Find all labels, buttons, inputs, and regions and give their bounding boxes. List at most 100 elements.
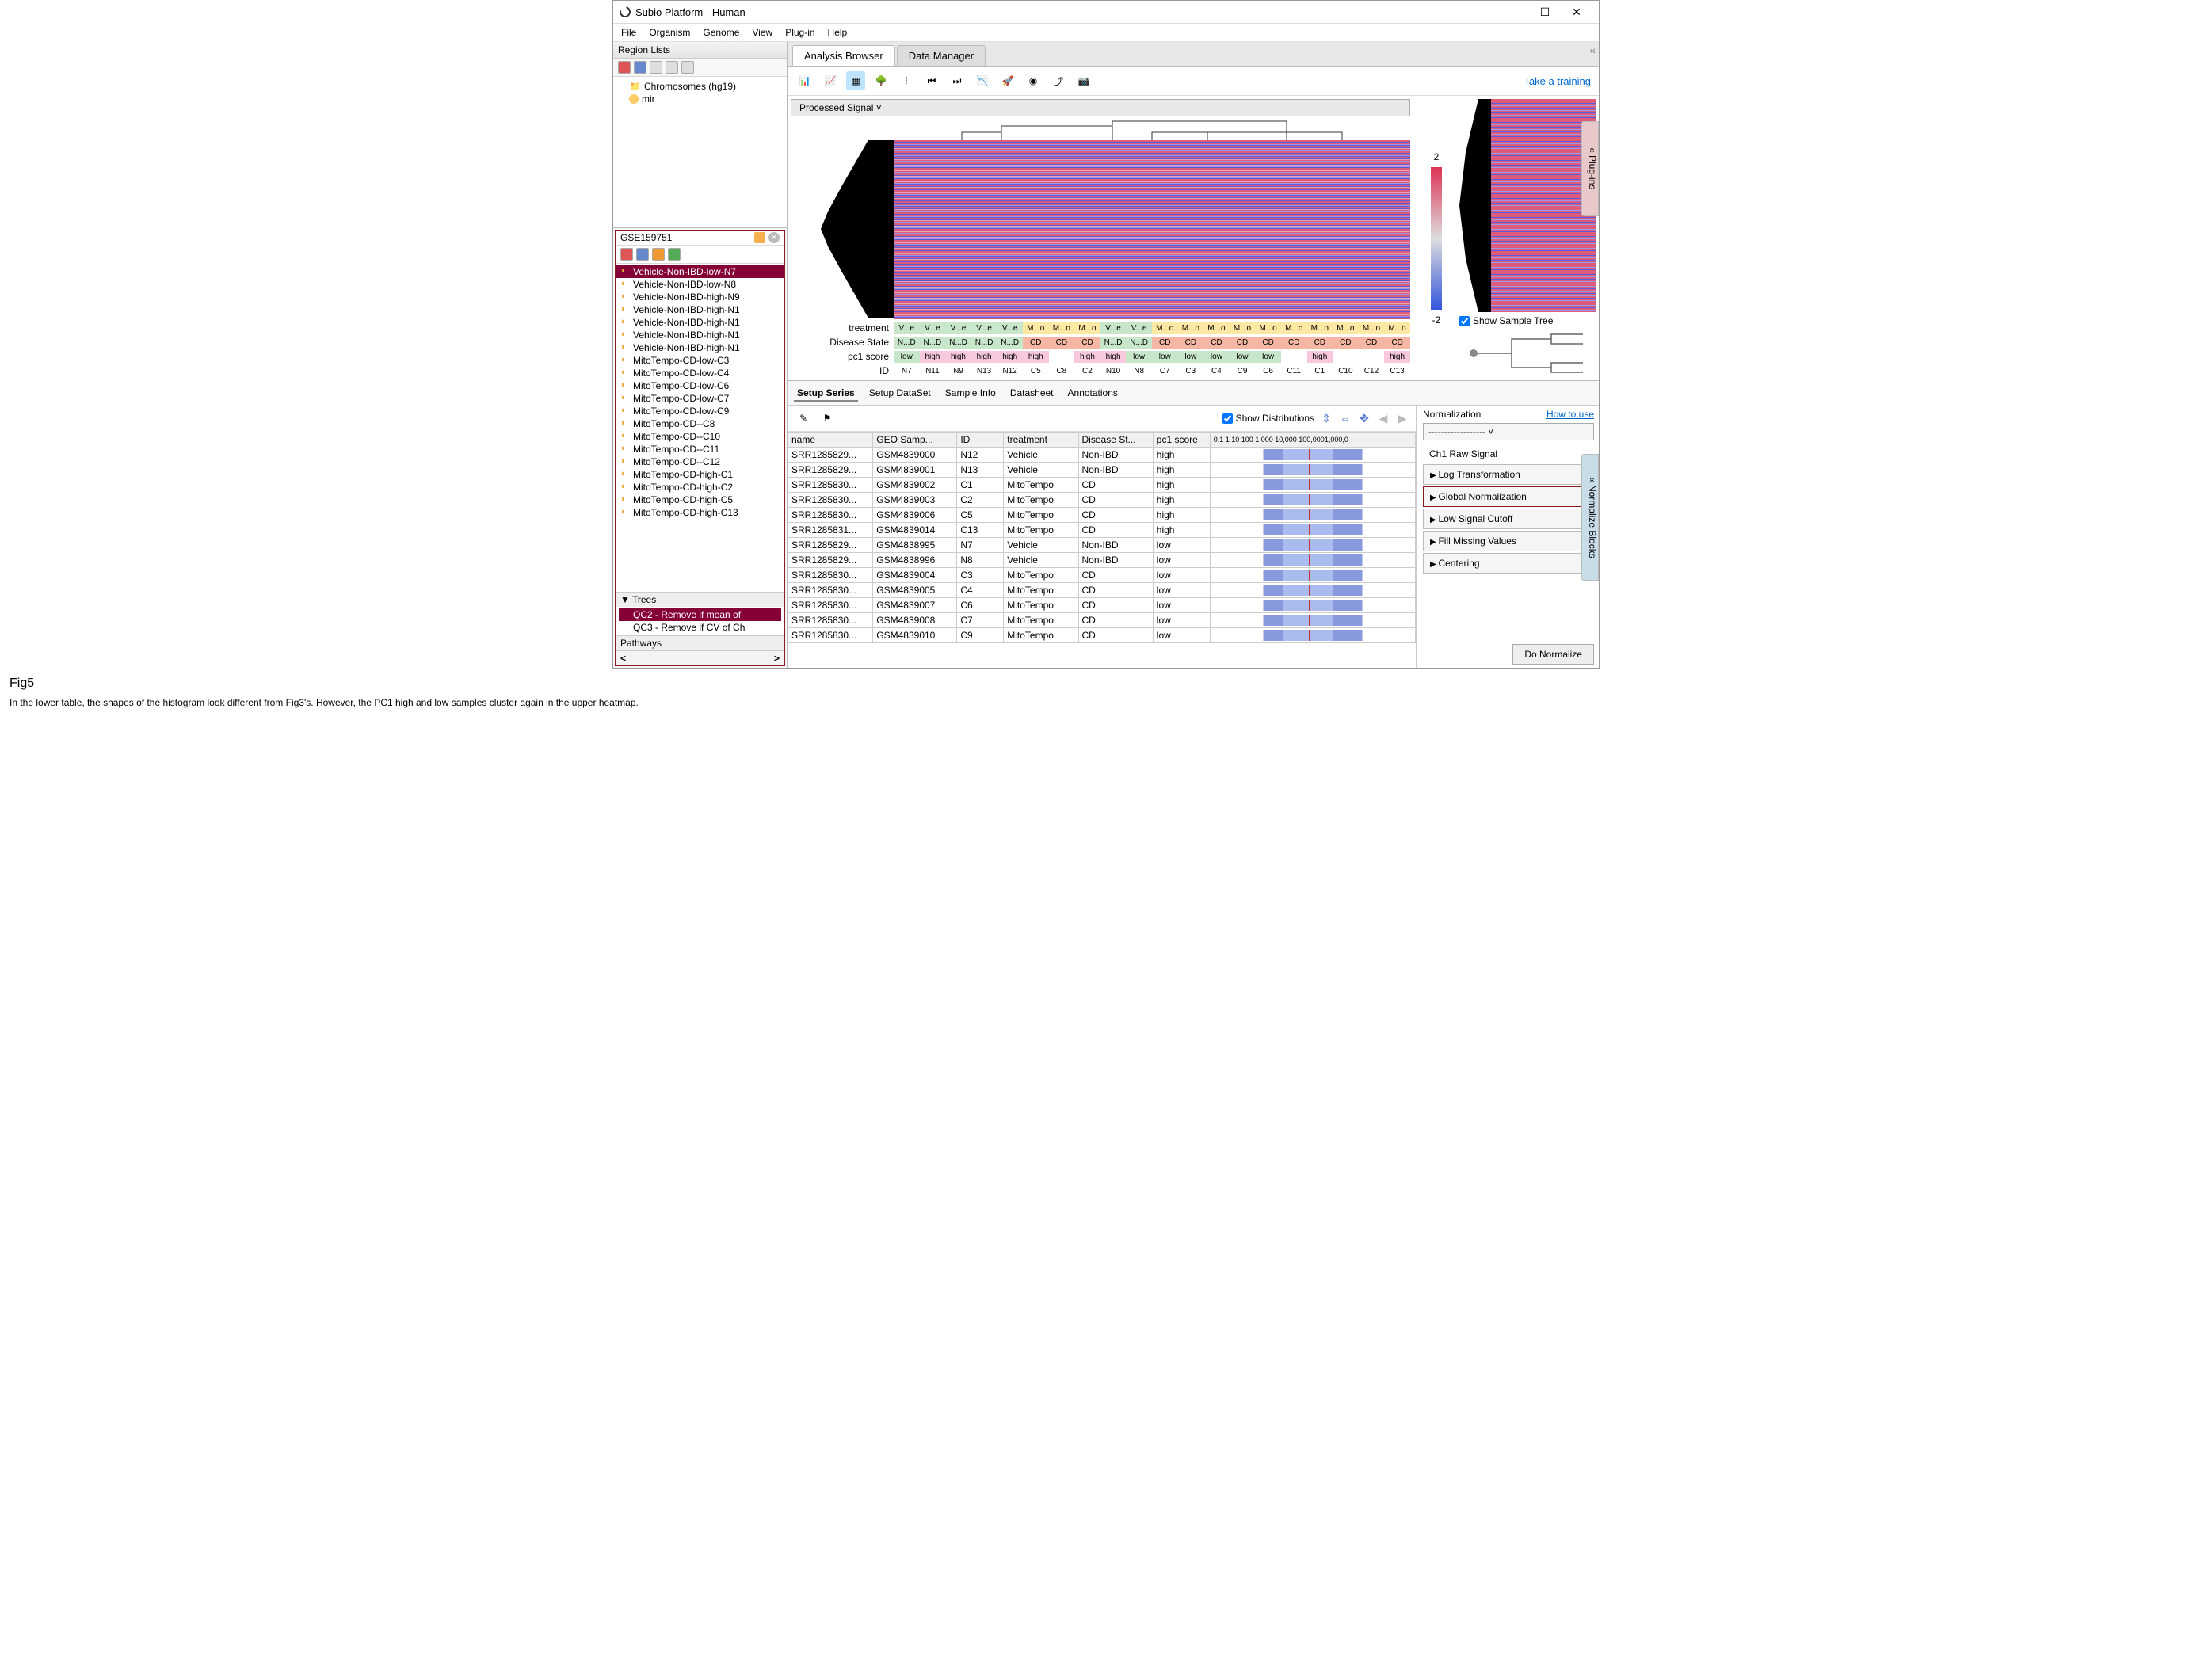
table-row[interactable]: SRR1285829...GSM4838996N8VehicleNon-IBDl… — [788, 553, 1416, 568]
ltab-datasheet[interactable]: Datasheet — [1007, 386, 1057, 402]
region-item-mir[interactable]: mir — [618, 93, 782, 105]
mini-heatmap-view[interactable] — [1491, 99, 1596, 312]
tb-tree-icon[interactable]: 🌳 — [871, 71, 891, 90]
table-row[interactable]: SRR1285830...GSM4839010C9MitoTempoCDlow — [788, 628, 1416, 643]
col-header[interactable]: treatment — [1004, 433, 1078, 448]
tb-rocket-icon[interactable]: 🚀 — [998, 71, 1017, 90]
menu-file[interactable]: File — [621, 27, 636, 38]
sample-item[interactable]: MitoTempo-CD-low-C6 — [616, 379, 784, 392]
gse-refresh-icon[interactable] — [668, 248, 681, 261]
table-row[interactable]: SRR1285830...GSM4839004C3MitoTempoCDlow — [788, 568, 1416, 583]
maximize-button[interactable]: ☐ — [1529, 4, 1561, 20]
sample-item[interactable]: Vehicle-Non-IBD-high-N1 — [616, 303, 784, 316]
sample-item[interactable]: MitoTempo-CD-low-C9 — [616, 405, 784, 417]
flag-icon[interactable]: ⚑ — [818, 409, 837, 428]
sample-list[interactable]: Vehicle-Non-IBD-low-N7Vehicle-Non-IBD-lo… — [616, 264, 784, 592]
table-row[interactable]: SRR1285830...GSM4839007C6MitoTempoCDlow — [788, 598, 1416, 613]
sample-item[interactable]: MitoTempo-CD-high-C5 — [616, 494, 784, 506]
table-row[interactable]: SRR1285830...GSM4839002C1MitoTempoCDhigh — [788, 478, 1416, 493]
tb-scatter-icon[interactable]: 📊 — [795, 71, 814, 90]
table-row[interactable]: SRR1285830...GSM4839008C7MitoTempoCDlow — [788, 613, 1416, 628]
tb-heatmap-icon[interactable]: ▦ — [846, 71, 865, 90]
take-training-link[interactable]: Take a training — [1524, 75, 1591, 87]
sample-item[interactable]: MitoTempo-CD-high-C13 — [616, 506, 784, 519]
sample-item[interactable]: Vehicle-Non-IBD-high-N1 — [616, 329, 784, 341]
show-distributions-checkbox[interactable]: Show Distributions — [1222, 413, 1314, 424]
menu-help[interactable]: Help — [828, 27, 848, 38]
pathways-header[interactable]: Pathways — [616, 636, 784, 650]
region-camera-icon[interactable] — [681, 61, 694, 74]
gse-up-icon[interactable] — [652, 248, 665, 261]
norm-step[interactable]: Centering — [1423, 553, 1594, 574]
scroll-right-icon[interactable]: > — [774, 653, 780, 664]
norm-step[interactable]: Low Signal Cutoff — [1423, 509, 1594, 529]
region-add-icon[interactable] — [618, 61, 631, 74]
region-item-chromosomes[interactable]: Chromosomes (hg19) — [618, 80, 782, 93]
sample-item[interactable]: MitoTempo-CD-low-C3 — [616, 354, 784, 367]
do-normalize-button[interactable]: Do Normalize — [1512, 644, 1594, 665]
sample-item[interactable]: MitoTempo-CD-high-C1 — [616, 468, 784, 481]
tb-last-icon[interactable]: ⏭ — [948, 71, 967, 90]
sample-item[interactable]: Vehicle-Non-IBD-low-N8 — [616, 278, 784, 291]
trees-header[interactable]: ▼ Trees — [616, 593, 784, 607]
ltab-setup-series[interactable]: Setup Series — [794, 386, 858, 402]
sort-vert-icon[interactable]: ⇕ — [1319, 411, 1333, 425]
tb-boxplot-icon[interactable]: 📉 — [973, 71, 992, 90]
move-icon[interactable]: ✥ — [1357, 411, 1371, 425]
tb-camera-icon[interactable]: 📷 — [1074, 71, 1093, 90]
normalize-blocks-side-tab[interactable]: « Normalize Blocks — [1581, 454, 1599, 581]
sample-item[interactable]: MitoTempo-CD--C10 — [616, 430, 784, 443]
minimize-button[interactable]: — — [1497, 4, 1529, 20]
col-header[interactable]: ID — [957, 433, 1004, 448]
sample-item[interactable]: MitoTempo-CD--C11 — [616, 443, 784, 455]
close-gse-icon[interactable]: ✕ — [768, 232, 780, 243]
table-row[interactable]: SRR1285829...GSM4839000N12VehicleNon-IBD… — [788, 448, 1416, 463]
norm-step[interactable]: Global Normalization — [1423, 486, 1594, 507]
ltab-sample-info[interactable]: Sample Info — [942, 386, 999, 402]
prev-icon[interactable]: ◀ — [1376, 411, 1390, 425]
col-header[interactable]: name — [788, 433, 873, 448]
tab-data-manager[interactable]: Data Manager — [897, 45, 986, 66]
edit-icon[interactable]: ✎ — [794, 409, 813, 428]
tb-export-icon[interactable]: ⤴ — [1049, 71, 1068, 90]
plugins-side-tab[interactable]: « Plug-ins — [1581, 121, 1599, 216]
table-row[interactable]: SRR1285829...GSM4839001N13VehicleNon-IBD… — [788, 463, 1416, 478]
sample-item[interactable]: Vehicle-Non-IBD-high-N1 — [616, 316, 784, 329]
sample-table[interactable]: nameGEO Samp...IDtreatmentDisease St...p… — [788, 432, 1416, 643]
sort-horiz-icon[interactable]: ⇔ — [1338, 411, 1352, 425]
sample-item[interactable]: MitoTempo-CD--C8 — [616, 417, 784, 430]
lock-icon[interactable] — [754, 232, 765, 243]
sample-item[interactable]: MitoTempo-CD-high-C2 — [616, 481, 784, 494]
region-down-icon[interactable] — [634, 61, 646, 74]
signal-dropdown[interactable]: Processed Signal ˅ — [791, 99, 1410, 116]
sample-item[interactable]: MitoTempo-CD-low-C7 — [616, 392, 784, 405]
gse-add-icon[interactable] — [620, 248, 633, 261]
sample-item[interactable]: Vehicle-Non-IBD-high-N1 — [616, 341, 784, 354]
norm-dropdown[interactable]: ------------------ ˅ — [1423, 423, 1594, 440]
menu-plugin[interactable]: Plug-in — [785, 27, 814, 38]
norm-step[interactable]: Fill Missing Values — [1423, 531, 1594, 551]
gse-down-icon[interactable] — [636, 248, 649, 261]
sample-item[interactable]: Vehicle-Non-IBD-low-N7 — [616, 265, 784, 278]
col-header[interactable]: Disease St... — [1078, 433, 1153, 448]
table-row[interactable]: SRR1285830...GSM4839005C4MitoTempoCDlow — [788, 583, 1416, 598]
table-row[interactable]: SRR1285830...GSM4839003C2MitoTempoCDhigh — [788, 493, 1416, 508]
tree-item[interactable]: QC2 - Remove if mean of — [619, 608, 781, 621]
table-row[interactable]: SRR1285831...GSM4839014C13MitoTempoCDhig… — [788, 523, 1416, 538]
main-heatmap[interactable] — [894, 140, 1410, 319]
how-to-use-link[interactable]: How to use — [1546, 409, 1594, 420]
tb-karyo-icon[interactable]: ⦚ — [897, 71, 916, 90]
scroll-left-icon[interactable]: < — [620, 653, 626, 664]
table-row[interactable]: SRR1285829...GSM4838995N7VehicleNon-IBDl… — [788, 538, 1416, 553]
table-row[interactable]: SRR1285830...GSM4839006C5MitoTempoCDhigh — [788, 508, 1416, 523]
menu-view[interactable]: View — [752, 27, 772, 38]
col-header[interactable]: pc1 score — [1153, 433, 1210, 448]
tb-first-icon[interactable]: ⏮ — [922, 71, 941, 90]
show-sample-tree-checkbox[interactable]: Show Sample Tree — [1459, 315, 1596, 326]
ltab-annotations[interactable]: Annotations — [1065, 386, 1121, 402]
sample-item[interactable]: MitoTempo-CD-low-C4 — [616, 367, 784, 379]
ltab-setup-dataset[interactable]: Setup DataSet — [866, 386, 934, 402]
norm-step[interactable]: Log Transformation — [1423, 464, 1594, 485]
menu-organism[interactable]: Organism — [649, 27, 690, 38]
tree-item[interactable]: QC3 - Remove if CV of Ch — [619, 621, 781, 634]
